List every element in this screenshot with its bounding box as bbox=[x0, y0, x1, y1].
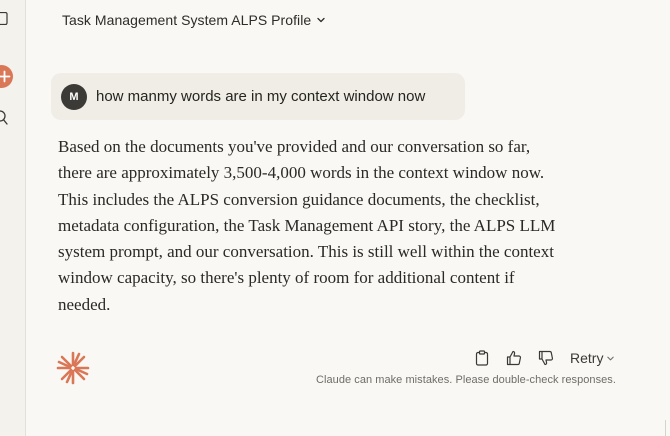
retry-label: Retry bbox=[570, 350, 604, 366]
search-icon[interactable] bbox=[0, 110, 8, 126]
thumbs-up-icon bbox=[506, 350, 522, 366]
assistant-line: needed. bbox=[58, 294, 111, 314]
user-message: M how manmy words are in my context wind… bbox=[51, 73, 465, 120]
retry-button[interactable]: Retry bbox=[570, 348, 626, 368]
sidebar-toggle-icon[interactable] bbox=[0, 12, 8, 25]
user-message-text: how manmy words are in my context window… bbox=[96, 88, 426, 105]
project-title-dropdown[interactable]: Task Management System ALPS Profile bbox=[62, 10, 326, 30]
assistant-message: Based on the documents you've provided a… bbox=[58, 134, 618, 318]
assistant-line: there are approximately 3,500-4,000 word… bbox=[58, 163, 545, 183]
left-rail bbox=[0, 0, 26, 436]
page-title: Task Management System ALPS Profile bbox=[62, 12, 312, 28]
new-chat-icon[interactable] bbox=[0, 65, 13, 88]
thumbs-down-button[interactable] bbox=[537, 348, 555, 368]
avatar: M bbox=[61, 83, 87, 110]
thumbs-up-button[interactable] bbox=[505, 348, 523, 368]
copy-icon bbox=[475, 350, 489, 366]
assistant-line: This includes the ALPS conversion guidan… bbox=[58, 189, 540, 209]
chat-page: Task Management System ALPS Profile M ho… bbox=[0, 0, 670, 436]
copy-button[interactable] bbox=[473, 348, 491, 368]
chevron-down-icon bbox=[317, 17, 325, 23]
assistant-line: window capacity, so there's plenty of ro… bbox=[58, 268, 515, 288]
scrollbar[interactable] bbox=[665, 420, 670, 436]
assistant-line: system prompt, and our conversation. Thi… bbox=[58, 242, 554, 262]
assistant-line: Based on the documents you've provided a… bbox=[58, 137, 531, 156]
assistant-line: metadata configuration, the Task Managem… bbox=[58, 215, 556, 235]
disclaimer-text: Claude can make mistakes. Please double-… bbox=[316, 374, 616, 386]
chevron-down-icon bbox=[607, 356, 615, 360]
thumbs-down-icon bbox=[538, 350, 554, 366]
claude-logo-icon bbox=[56, 351, 90, 385]
